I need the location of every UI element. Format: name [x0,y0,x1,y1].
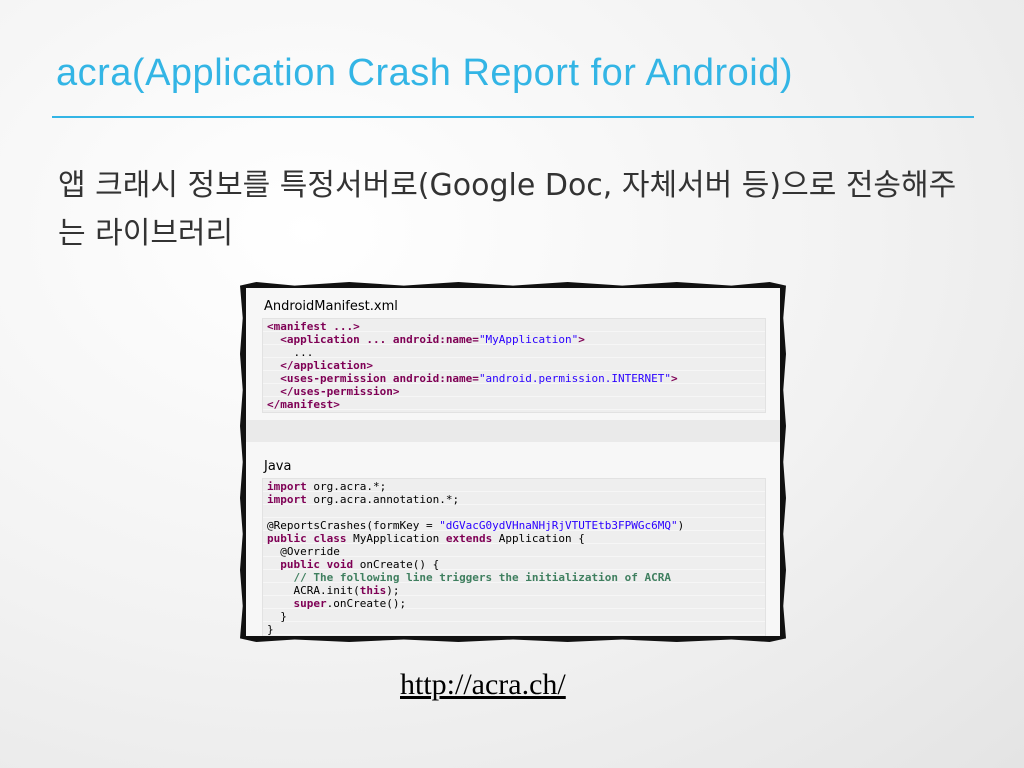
manifest-code-line: </uses-permission> [267,385,761,398]
java-code-line [267,506,761,519]
java-code-token: ) [677,519,685,532]
manifest-code-token: </uses-permission> [280,385,400,398]
java-code-token: } [280,610,287,623]
manifest-code-token: <manifest ...> [267,320,360,333]
java-code-line: public void onCreate() { [267,558,761,571]
slide-title: acra(Application Crash Report for Androi… [56,52,794,94]
java-code-token: } [267,623,274,636]
code-panel: AndroidManifest.xml <manifest ...> <appl… [246,288,780,636]
java-code-token: import [267,480,307,493]
java-code-line: public class MyApplication extends Appli… [267,532,761,545]
section-separator [246,420,780,442]
java-code-token: ACRA.init( [293,584,360,597]
manifest-code-token: "android.permission.INTERNET" [478,372,671,385]
manifest-code-line: <uses-permission android:name="android.p… [267,372,761,385]
java-code-line: } [267,610,761,623]
java-code-token: public void [280,558,354,571]
manifest-code-token: <uses-permission android:name= [280,372,479,385]
manifest-code-line: </application> [267,359,761,372]
manifest-code-token: > [671,372,678,385]
java-code-token: MyApplication [346,532,446,545]
manifest-code-line: <application ... android:name="MyApplica… [267,333,761,346]
java-code-line: import org.acra.annotation.*; [267,493,761,506]
java-code-token: public class [267,532,347,545]
java-code-line: @Override [267,545,761,558]
java-code-token: org.acra.*; [306,480,387,493]
manifest-code-token: "MyApplication" [478,333,579,346]
manifest-section: AndroidManifest.xml <manifest ...> <appl… [246,298,780,413]
java-code-line: super.onCreate(); [267,597,761,610]
manifest-code-line: </manifest> [267,398,761,411]
manifest-code-token: > [578,333,585,346]
java-code-token: org.acra.annotation.*; [306,493,460,506]
java-code-token: super [293,597,327,610]
manifest-heading: AndroidManifest.xml [264,299,398,314]
java-code-token: onCreate() { [353,558,440,571]
java-code-token: this [359,584,387,597]
slide-description: 앱 크래시 정보를 특정서버로(Google Doc, 자체서버 등)으로 전송… [58,168,957,251]
java-heading: Java [264,459,292,474]
manifest-code-token: <application ... android:name= [280,333,479,346]
java-code-block: import org.acra.*; import org.acra.annota… [262,478,766,636]
manifest-code-token: </manifest> [267,398,340,411]
manifest-code-line: ... [267,346,761,359]
java-code-token: Application { [492,532,585,545]
java-code-token: "dGVacG0ydVHnaNHjRjVTUTEtb3FPWGc6MQ" [439,519,678,532]
acra-link[interactable]: http://acra.ch/ [400,668,566,702]
title-divider [52,116,974,118]
manifest-code-line: <manifest ...> [267,320,761,333]
java-code-token: // The following line triggers the initi… [293,571,672,584]
manifest-code-block: <manifest ...> <application ... android:… [262,318,766,413]
java-code-token: import [267,493,307,506]
java-section: Java import org.acra.*; import org.acra.a… [246,458,780,636]
java-code-token: @Override [280,545,340,558]
java-code-line: import org.acra.*; [267,480,761,493]
java-code-token: @ReportsCrashes(formKey = [267,519,440,532]
java-code-token: extends [445,532,493,545]
java-code-line: } [267,623,761,636]
java-code-token: ); [386,584,400,597]
java-code-line: // The following line triggers the initi… [267,571,761,584]
java-code-line: @ReportsCrashes(formKey = "dGVacG0ydVHna… [267,519,761,532]
manifest-code-token: </application> [280,359,373,372]
java-code-line: ACRA.init(this); [267,584,761,597]
code-screenshot: AndroidManifest.xml <manifest ...> <appl… [240,282,786,642]
java-code-token: .onCreate(); [326,597,407,610]
manifest-code-token: ... [293,346,314,359]
